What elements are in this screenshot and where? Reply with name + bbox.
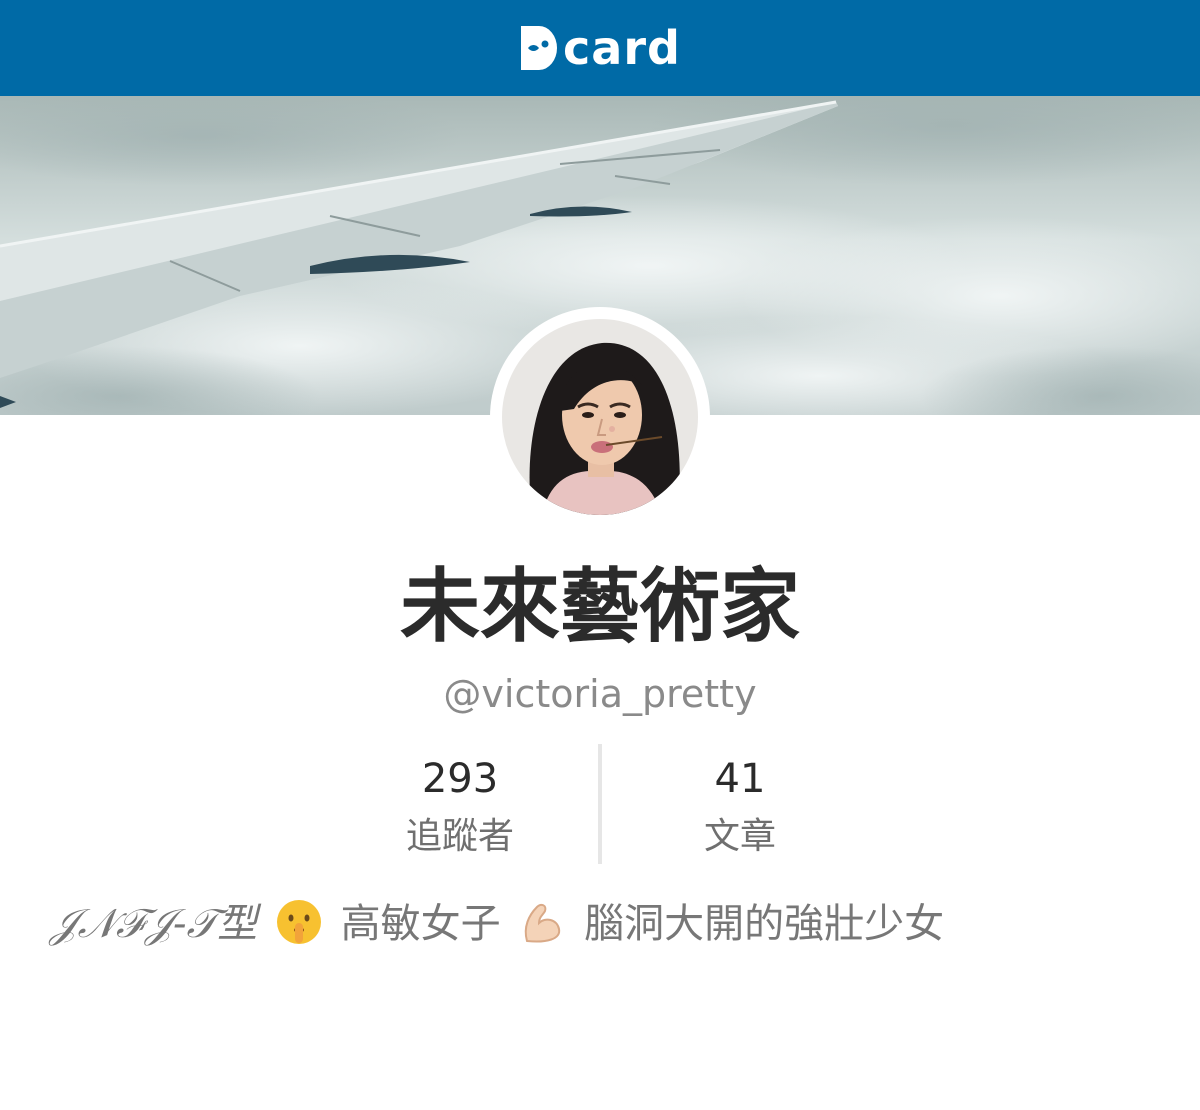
username: @victoria_pretty: [443, 672, 757, 716]
posts-label: 文章: [703, 816, 776, 857]
logo-text: card: [563, 21, 681, 75]
followers-count: 293: [421, 756, 499, 802]
stats-divider: [598, 744, 602, 864]
bio-personality-type: 𝒥𝒩ℱ𝒥-𝒯型: [50, 901, 258, 947]
bio-text-2: 腦洞大開的強壯少女: [584, 901, 945, 947]
avatar-frame: [490, 307, 710, 527]
profile-stats: 293 追蹤者 41 文章: [320, 744, 880, 864]
avatar[interactable]: [502, 319, 698, 515]
followers-label: 追蹤者: [405, 816, 514, 857]
top-bar: card: [0, 0, 1200, 96]
flexed-biceps-icon: [517, 897, 567, 947]
dcard-logo[interactable]: card: [519, 24, 681, 72]
display-name: 未來藝術家: [400, 560, 800, 653]
followers-stat[interactable]: 293 追蹤者: [320, 744, 600, 864]
bio-text-1: 高敏女子: [340, 901, 501, 947]
shushing-face-icon: [274, 897, 324, 947]
dcard-logo-icon: [521, 26, 558, 70]
posts-count: 41: [714, 756, 766, 802]
posts-stat[interactable]: 41 文章: [600, 744, 880, 864]
profile-bio: 𝒥𝒩ℱ𝒥-𝒯型 高敏女子 腦洞大開的強壯少女: [50, 892, 1150, 956]
